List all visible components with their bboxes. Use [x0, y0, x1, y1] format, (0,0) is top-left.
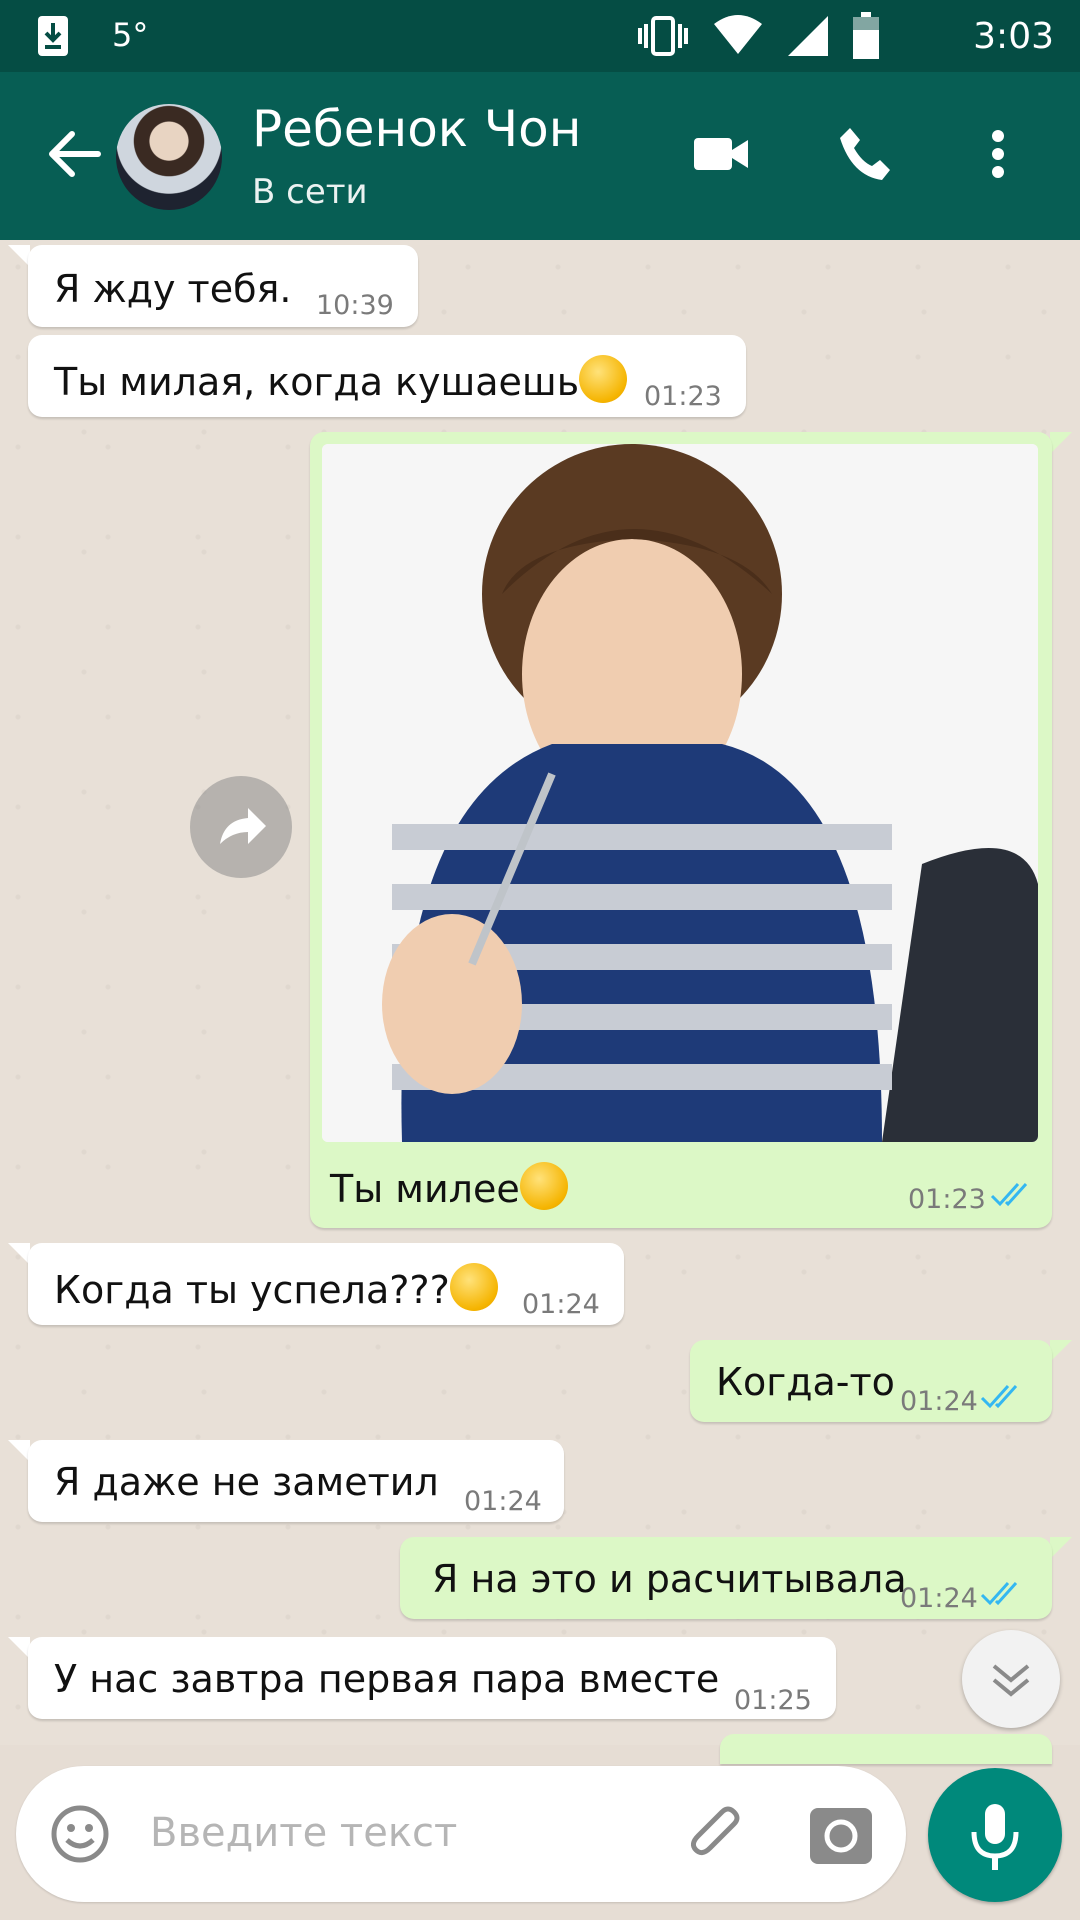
bubble-tail: [1050, 1537, 1072, 1559]
bubble-tail: [8, 245, 30, 267]
bubble-tail: [1050, 1340, 1072, 1362]
contact-avatar[interactable]: [116, 104, 222, 210]
contact-name[interactable]: Ребенок Чон: [252, 100, 581, 158]
message-time: 01:24: [522, 1289, 600, 1320]
message-text: Когда-то: [716, 1360, 895, 1404]
grinning-face-emoji: [519, 1162, 568, 1210]
message-incoming[interactable]: Я жду тебя. 10:39: [28, 245, 418, 327]
message-text: Я жду тебя.: [54, 267, 292, 311]
message-text: Я даже не заметил: [54, 1460, 439, 1504]
message-input-bar: Введите текст: [16, 1766, 906, 1902]
chat-header: Ребенок Чон В сети: [0, 72, 1080, 240]
more-vert-icon[interactable]: [978, 122, 1018, 186]
camera-icon[interactable]: [808, 1804, 874, 1866]
forward-icon: [220, 808, 266, 844]
read-ticks-icon: [980, 1581, 1018, 1606]
message-time: 01:24: [464, 1486, 542, 1517]
message-incoming[interactable]: Когда ты успела??? 01:24: [28, 1243, 624, 1325]
image-caption: Ты милее: [330, 1167, 520, 1211]
message-outgoing[interactable]: Когда-то 01:24: [690, 1340, 1052, 1422]
message-incoming[interactable]: Я даже не заметил 01:24: [28, 1440, 564, 1522]
clock: 3:03: [973, 16, 1054, 57]
signal-icon: [788, 16, 828, 56]
shared-photo[interactable]: [322, 444, 1038, 1142]
message-time: 01:23: [908, 1184, 986, 1215]
message-time: 01:25: [734, 1685, 812, 1716]
bubble-tail: [8, 1440, 30, 1462]
emoji-icon[interactable]: [50, 1804, 110, 1864]
message-time: 10:39: [316, 290, 394, 321]
attach-icon[interactable]: [688, 1804, 752, 1868]
read-ticks-icon: [980, 1384, 1018, 1409]
message-outgoing[interactable]: Я на это и расчитывала 01:24: [400, 1537, 1052, 1619]
double-chevron-down-icon: [992, 1664, 1030, 1697]
message-incoming[interactable]: У нас завтра первая пара вместе 01:25: [28, 1637, 836, 1719]
message-text: Ты милая, когда кушаешь: [54, 360, 580, 404]
forward-button[interactable]: [190, 776, 292, 878]
status-bar: 5° 3:03: [0, 0, 1080, 72]
photo-image: [322, 444, 1038, 1142]
bubble-tail: [8, 1637, 30, 1659]
message-time: 01:23: [644, 381, 722, 412]
message-text: Когда ты успела???: [54, 1268, 450, 1312]
message-outgoing-partial: [720, 1734, 1052, 1764]
message-time: 01:24: [900, 1583, 978, 1614]
voice-record-button[interactable]: [928, 1768, 1062, 1902]
read-ticks-icon: [990, 1182, 1028, 1207]
phone-icon[interactable]: [832, 122, 896, 186]
mic-icon: [971, 1804, 1019, 1870]
message-time: 01:24: [900, 1386, 978, 1417]
bubble-tail: [1050, 432, 1072, 454]
message-input[interactable]: Введите текст: [150, 1810, 457, 1856]
vibrate-icon: [638, 16, 688, 56]
wifi-icon: [714, 15, 762, 54]
back-arrow-icon[interactable]: [44, 124, 104, 184]
message-text: У нас завтра первая пара вместе: [54, 1657, 720, 1701]
contact-status: В сети: [252, 172, 368, 212]
video-call-icon[interactable]: [690, 122, 754, 186]
surprised-face-emoji: [449, 1263, 498, 1311]
battery-icon: [853, 12, 879, 59]
message-incoming[interactable]: Ты милая, когда кушаешь 01:23: [28, 335, 746, 417]
temperature-label: 5°: [112, 16, 149, 54]
message-text: Я на это и расчитывала: [432, 1557, 907, 1601]
scroll-down-button[interactable]: [962, 1630, 1060, 1728]
smiling-face-emoji: [579, 355, 628, 403]
download-icon: [38, 16, 68, 56]
bubble-tail: [8, 1243, 30, 1265]
